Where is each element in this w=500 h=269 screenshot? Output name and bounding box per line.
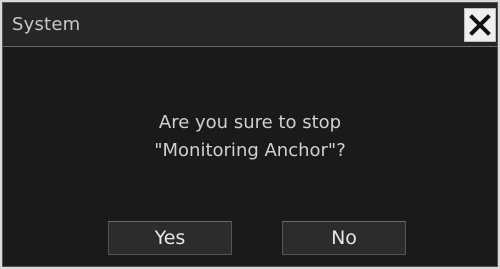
yes-button[interactable]: Yes [108,221,232,255]
dialog-title: System [12,14,81,35]
dialog-body: System Are you sure to stop "Monitoring … [2,2,498,267]
close-icon [469,14,491,36]
message-line-2: "Monitoring Anchor"? [154,140,346,161]
dialog-titlebar: System [3,3,497,47]
close-button[interactable] [464,8,496,42]
message-line-1: Are you sure to stop [158,112,342,133]
dialog-message: Are you sure to stop "Monitoring Anchor"… [3,109,497,165]
confirm-dialog: System Are you sure to stop "Monitoring … [0,0,500,269]
no-button[interactable]: No [282,221,406,255]
